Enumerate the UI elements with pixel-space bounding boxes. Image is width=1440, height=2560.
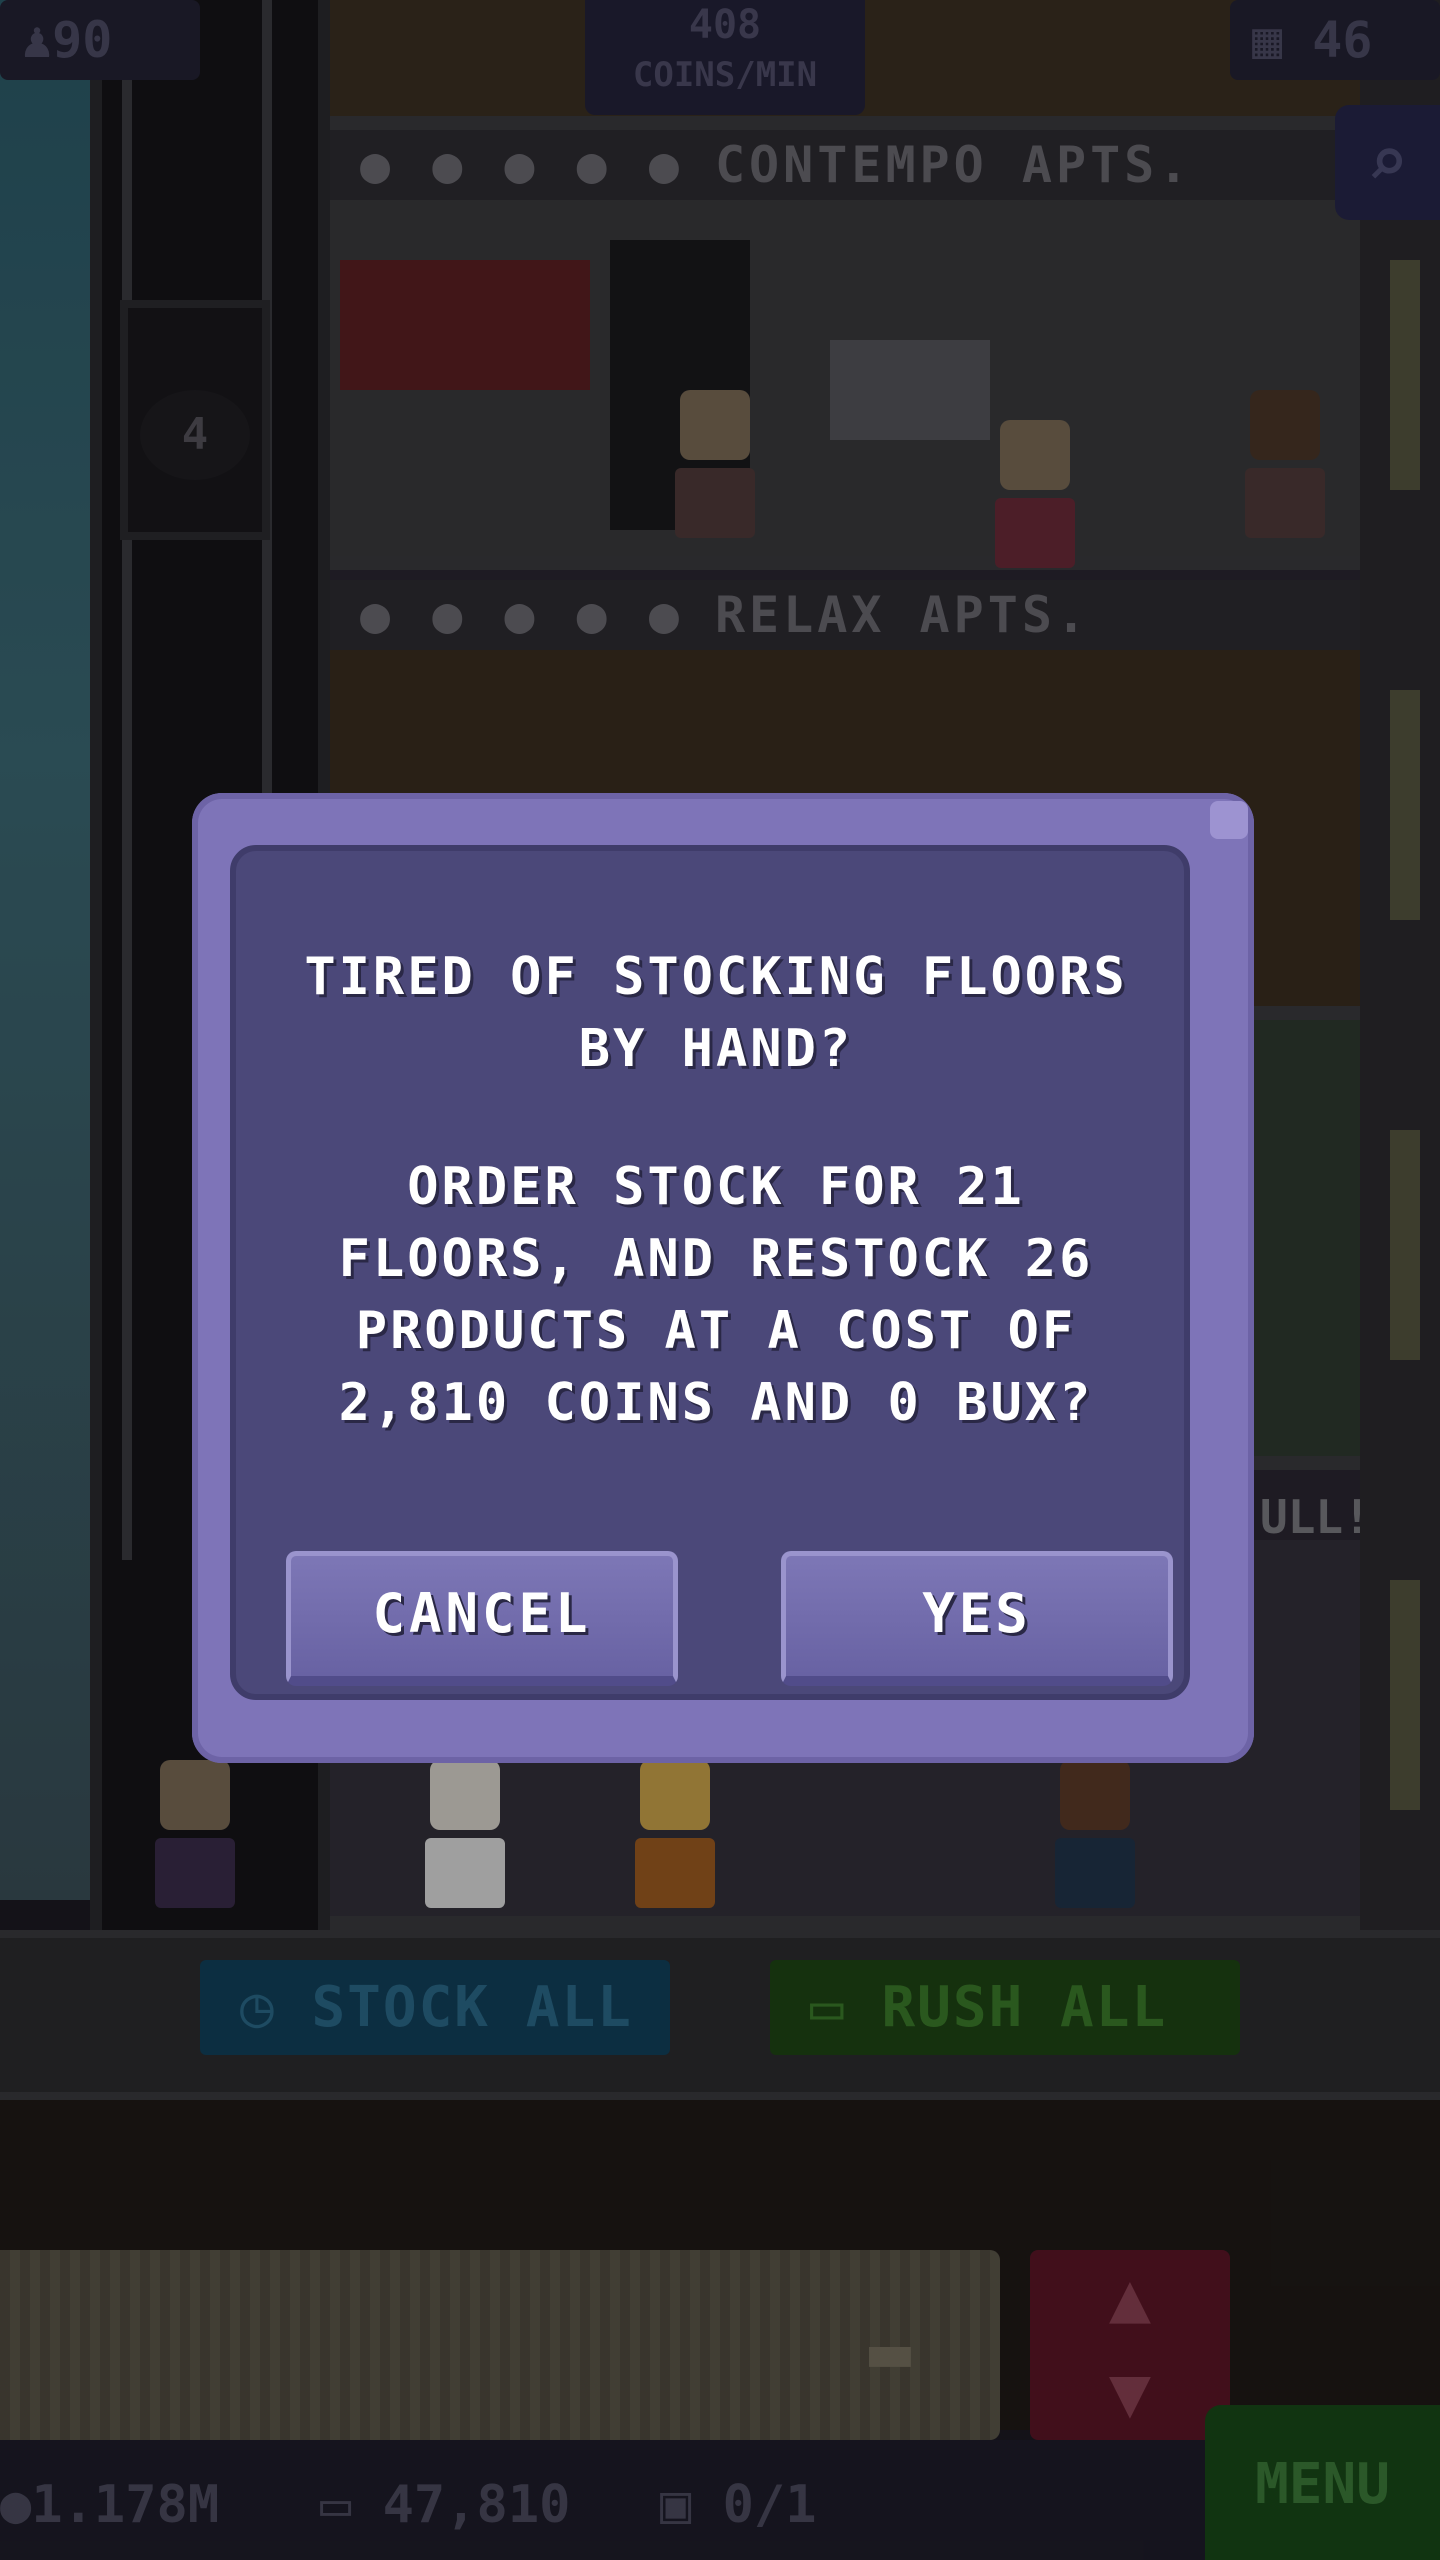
dialog-message: ORDER STOCK FOR 21 FLOORS, AND RESTOCK 2… (236, 1151, 1196, 1439)
restock-dialog: TIRED OF STOCKING FLOORS BY HAND? ORDER … (192, 793, 1254, 1763)
dialog-title-line: BY HAND? (578, 1019, 854, 1079)
dialog-message-line: 2,810 COINS AND 0 BUX? (338, 1373, 1094, 1433)
dialog-title-line: TIRED OF STOCKING FLOORS (304, 947, 1128, 1007)
dialog-message-line: PRODUCTS AT A COST OF (355, 1301, 1077, 1361)
dialog-panel: TIRED OF STOCKING FLOORS BY HAND? ORDER … (230, 845, 1190, 1700)
dialog-title: TIRED OF STOCKING FLOORS BY HAND? (236, 941, 1196, 1085)
dialog-message-line: ORDER STOCK FOR 21 (407, 1157, 1025, 1217)
dialog-corner-highlight (1210, 801, 1248, 839)
dialog-message-line: FLOORS, AND RESTOCK 26 (338, 1229, 1094, 1289)
cancel-button[interactable]: CANCEL (286, 1551, 678, 1686)
yes-button[interactable]: YES (781, 1551, 1173, 1686)
